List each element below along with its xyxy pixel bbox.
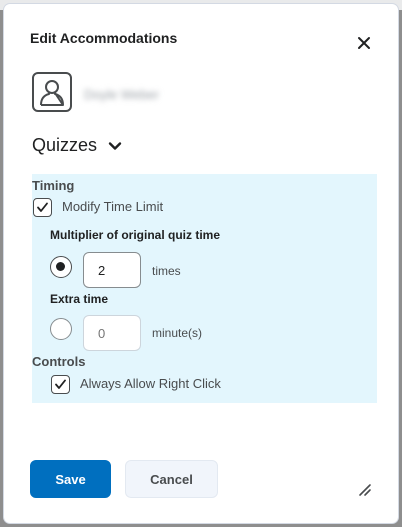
modify-time-limit-label[interactable]: Modify Time Limit xyxy=(62,199,163,214)
edit-accommodations-dialog: Edit Accommodations Doyle Weber Quizzes … xyxy=(3,3,399,524)
controls-heading: Controls xyxy=(32,354,86,369)
extra-time-input[interactable] xyxy=(83,315,141,351)
always-allow-right-click-checkbox[interactable] xyxy=(51,375,70,394)
section-dropdown[interactable]: Quizzes xyxy=(32,135,123,156)
save-button[interactable]: Save xyxy=(30,460,111,498)
extra-time-radio[interactable] xyxy=(50,318,72,340)
user-silhouette-icon xyxy=(40,80,64,106)
checkmark-icon xyxy=(37,202,48,212)
chevron-down-icon xyxy=(108,141,122,150)
user-name: Doyle Weber xyxy=(84,87,159,102)
checkmark-icon xyxy=(55,379,66,389)
multiplier-heading: Multiplier of original quiz time xyxy=(50,228,220,242)
avatar xyxy=(32,72,72,112)
section-dropdown-label: Quizzes xyxy=(32,135,98,155)
close-icon xyxy=(358,37,370,49)
radio-selected-dot xyxy=(56,262,65,271)
close-button[interactable] xyxy=(352,31,376,55)
resize-handle[interactable] xyxy=(358,483,372,497)
accommodations-panel: Timing Modify Time Limit Multiplier of o… xyxy=(32,174,377,403)
multiplier-unit: times xyxy=(152,264,181,278)
always-allow-right-click-label[interactable]: Always Allow Right Click xyxy=(80,376,221,391)
extra-time-unit: minute(s) xyxy=(152,326,203,340)
timing-heading: Timing xyxy=(32,178,75,193)
multiplier-input[interactable] xyxy=(83,252,141,288)
dialog-title: Edit Accommodations xyxy=(30,30,178,46)
resize-grip-icon xyxy=(359,484,371,496)
multiplier-radio[interactable] xyxy=(50,256,72,278)
modify-time-limit-checkbox[interactable] xyxy=(33,198,52,217)
cancel-button[interactable]: Cancel xyxy=(125,460,218,498)
extra-time-heading: Extra time xyxy=(50,292,109,306)
